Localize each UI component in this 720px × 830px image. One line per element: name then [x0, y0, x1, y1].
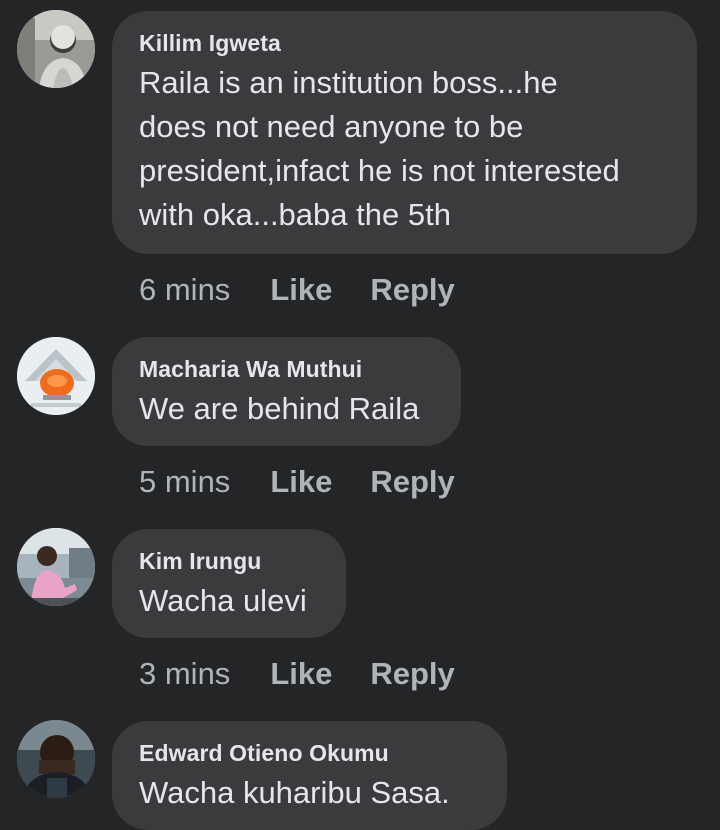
comment-bubble: Killim Igweta Raila is an institution bo… [112, 11, 697, 254]
profile-photo-icon [17, 10, 95, 88]
reply-button[interactable]: Reply [370, 464, 454, 500]
comment-text: Raila is an institution boss...he does n… [139, 65, 620, 232]
comment-text: We are behind Raila [139, 391, 420, 426]
orange-logo-photo-icon [17, 337, 95, 415]
profile-photo-icon [17, 528, 95, 606]
comment-actions: 3 mins Like Reply [139, 656, 455, 692]
reply-button[interactable]: Reply [370, 272, 454, 308]
avatar[interactable] [17, 10, 95, 88]
like-button[interactable]: Like [270, 272, 332, 308]
comment-timestamp[interactable]: 6 mins [139, 272, 230, 308]
avatar[interactable] [17, 337, 95, 415]
profile-photo-icon [17, 720, 95, 798]
comment-actions: 6 mins Like Reply [139, 272, 455, 308]
comment-bubble: Kim Irungu Wacha ulevi [112, 529, 346, 638]
reply-button[interactable]: Reply [370, 656, 454, 692]
comment-timestamp[interactable]: 5 mins [139, 464, 230, 500]
comment-author[interactable]: Killim Igweta [139, 29, 669, 57]
comment-text: Wacha kuharibu Sasa. [139, 775, 450, 810]
avatar[interactable] [17, 720, 95, 798]
like-button[interactable]: Like [270, 656, 332, 692]
comment-author[interactable]: Edward Otieno Okumu [139, 739, 479, 767]
comment-feed: Killim Igweta Raila is an institution bo… [0, 0, 720, 830]
comment-author[interactable]: Macharia Wa Muthui [139, 355, 433, 383]
comment-actions: 5 mins Like Reply [139, 464, 455, 500]
comment-bubble: Edward Otieno Okumu Wacha kuharibu Sasa. [112, 721, 507, 830]
avatar[interactable] [17, 528, 95, 606]
comment-text: Wacha ulevi [139, 583, 307, 618]
comment-bubble: Macharia Wa Muthui We are behind Raila [112, 337, 461, 446]
comment-timestamp[interactable]: 3 mins [139, 656, 230, 692]
comment-author[interactable]: Kim Irungu [139, 547, 318, 575]
like-button[interactable]: Like [270, 464, 332, 500]
